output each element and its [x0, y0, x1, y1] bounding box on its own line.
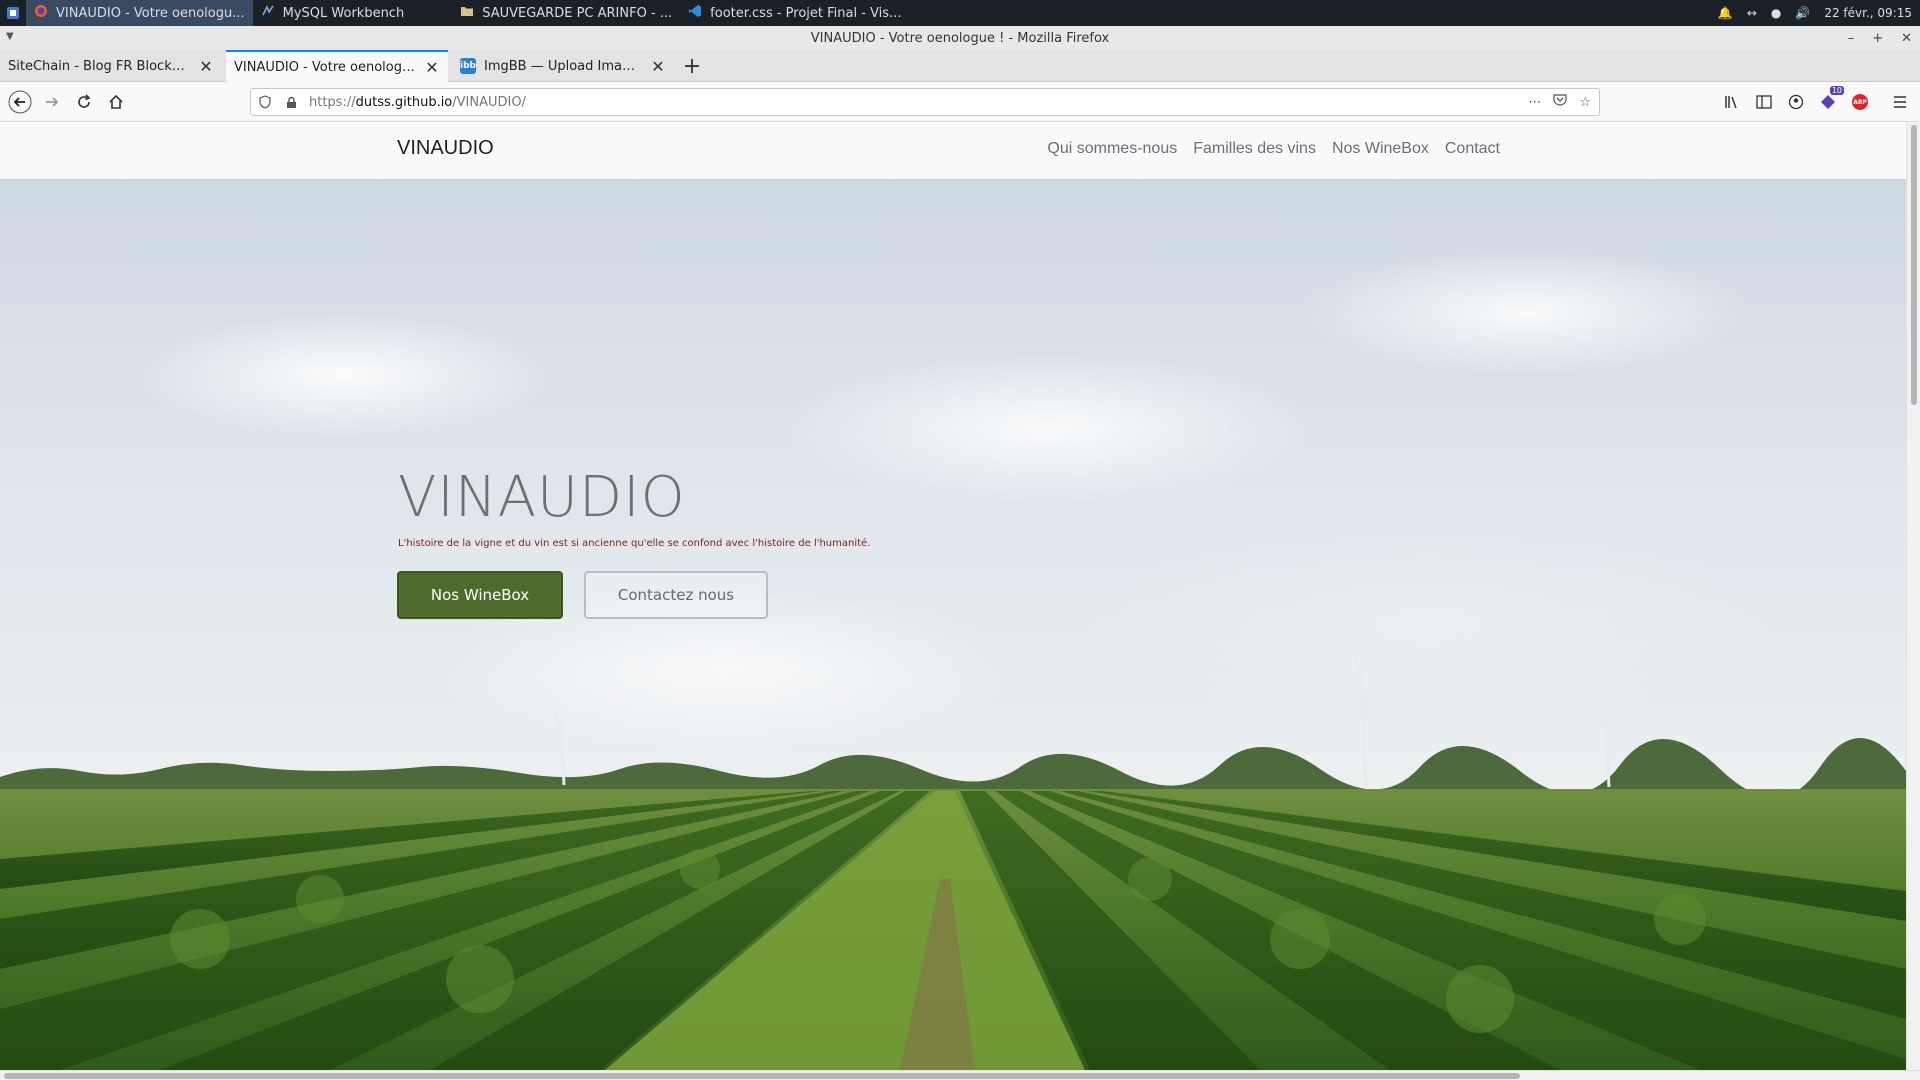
folder-icon	[460, 5, 474, 21]
window-menu-icon[interactable]: ▼	[6, 31, 14, 42]
library-button[interactable]	[1718, 88, 1746, 116]
new-tab-button[interactable]: +	[680, 50, 704, 82]
clock[interactable]: 22 févr., 09:15	[1824, 6, 1912, 20]
nav-link-familles-des-vins[interactable]: Familles des vins	[1193, 140, 1316, 158]
horizontal-scrollbar[interactable]	[0, 1070, 1920, 1080]
tab-title: ImgBB — Upload Image — H	[484, 58, 642, 74]
tab-imgbb[interactable]: ibb ImgBB — Upload Image — H ✕	[452, 50, 674, 82]
bookmark-star-icon[interactable]: ☆	[1579, 95, 1591, 110]
reload-button[interactable]	[70, 88, 98, 116]
adblock-icon: ABP	[1852, 94, 1868, 110]
hero-subtitle: L'histoire de la vigne et du vin est si …	[398, 538, 871, 549]
nos-winebox-button[interactable]: Nos WineBox	[397, 571, 563, 619]
contactez-nous-button[interactable]: Contactez nous	[584, 571, 768, 619]
extension-button[interactable]: 10	[1814, 86, 1844, 116]
hero-section: VINAUDIO L'histoire de la vigne et du vi…	[0, 179, 1906, 1070]
hero-title: VINAUDIO	[398, 465, 686, 530]
sidebar-icon	[1756, 95, 1772, 109]
tab-title: SiteChain - Blog FR Blockchain	[8, 58, 190, 74]
back-arrow-icon	[8, 90, 32, 114]
close-icon[interactable]: ✕	[198, 57, 214, 76]
taskbar-item-label: VINAUDIO - Votre oenologu...	[56, 5, 245, 21]
notification-bell-icon[interactable]: 🔔	[1718, 6, 1733, 20]
maximize-icon[interactable]: +	[1872, 31, 1883, 46]
taskbar-item-label: footer.css - Projet Final - Vis...	[710, 5, 902, 21]
vertical-scroll-thumb[interactable]	[1911, 125, 1917, 405]
taskbar-item-folder[interactable]: SAUVEGARDE PC ARINFO - ...	[452, 0, 680, 26]
mysql-workbench-icon	[261, 4, 275, 22]
site-nav-links: Qui sommes-nous Familles des vins Nos Wi…	[1047, 140, 1500, 158]
home-icon	[109, 94, 123, 109]
site-navbar: VINAUDIO Qui sommes-nous Familles des vi…	[0, 123, 1906, 179]
vineyard-illustration	[0, 654, 1906, 1070]
reload-icon	[78, 94, 91, 108]
sidebar-button[interactable]	[1750, 88, 1778, 116]
account-icon	[1788, 94, 1804, 110]
os-taskbar: VINAUDIO - Votre oenologu... MySQL Workb…	[0, 0, 1920, 26]
menu-button[interactable]	[1886, 88, 1914, 116]
page-viewport: VINAUDIO Qui sommes-nous Familles des vi…	[0, 123, 1906, 1070]
start-menu-icon[interactable]	[0, 0, 26, 26]
imgbb-favicon-icon: ibb	[460, 58, 476, 74]
pocket-icon[interactable]	[1553, 93, 1567, 111]
volume-icon[interactable]: 🔊	[1795, 6, 1810, 20]
tab-vinaudio[interactable]: VINAUDIO - Votre oenologue ! ✕	[226, 50, 448, 82]
forward-arrow-icon	[46, 97, 59, 107]
nav-toolbar: https://dutss.github.io/VINAUDIO/ ⋯ ☆ 10…	[0, 82, 1920, 122]
url-path: /VINAUDIO/	[452, 94, 526, 110]
close-icon[interactable]: ✕	[650, 57, 666, 76]
site-brand[interactable]: VINAUDIO	[397, 137, 494, 160]
url-scheme: https://	[309, 94, 356, 110]
window-titlebar: ▼ VINAUDIO - Votre oenologue ! - Mozilla…	[0, 26, 1920, 50]
window-title: VINAUDIO - Votre oenologue ! - Mozilla F…	[810, 30, 1110, 46]
page-actions-icon[interactable]: ⋯	[1528, 95, 1541, 110]
network-icon[interactable]: ↔	[1747, 6, 1757, 20]
nav-link-contact[interactable]: Contact	[1445, 140, 1500, 158]
url-bar[interactable]: https://dutss.github.io/VINAUDIO/ ⋯ ☆	[250, 88, 1600, 116]
tab-title: VINAUDIO - Votre oenologue !	[234, 59, 416, 75]
tracking-shield-icon[interactable]	[251, 95, 279, 109]
nav-link-nos-winebox[interactable]: Nos WineBox	[1332, 140, 1429, 158]
hamburger-menu-icon	[1894, 96, 1906, 108]
taskbar-item-label: SAUVEGARDE PC ARINFO - ...	[482, 5, 673, 21]
back-button[interactable]	[6, 88, 34, 116]
adblock-button[interactable]: ABP	[1846, 88, 1874, 116]
updates-icon[interactable]: ●	[1771, 6, 1781, 20]
url-host: dutss.github.io	[355, 94, 453, 110]
home-button[interactable]	[102, 88, 130, 116]
nav-link-qui-sommes-nous[interactable]: Qui sommes-nous	[1047, 140, 1177, 158]
minimize-icon[interactable]: –	[1848, 31, 1855, 46]
system-tray: 🔔 ↔ ● 🔊 22 févr., 09:15	[1718, 0, 1912, 26]
tab-sitechain[interactable]: SiteChain - Blog FR Blockchain ✕	[0, 50, 222, 82]
taskbar-item-firefox[interactable]: VINAUDIO - Votre oenologu...	[26, 0, 253, 26]
taskbar-item-label: MySQL Workbench	[282, 5, 405, 21]
close-window-icon[interactable]: ✕	[1901, 31, 1912, 46]
lock-icon[interactable]	[279, 96, 303, 109]
tab-strip: SiteChain - Blog FR Blockchain ✕ VINAUDI…	[0, 50, 1920, 82]
close-icon[interactable]: ✕	[424, 58, 440, 77]
extension-icon	[1821, 95, 1835, 109]
firefox-icon	[34, 4, 48, 22]
horizontal-scroll-thumb[interactable]	[4, 1073, 1520, 1079]
account-button[interactable]	[1782, 88, 1810, 116]
taskbar-item-vscode[interactable]: footer.css - Projet Final - Vis...	[680, 0, 909, 26]
forward-button[interactable]	[38, 88, 66, 116]
taskbar-item-mysql[interactable]: MySQL Workbench	[253, 0, 413, 26]
extension-badge: 10	[1829, 86, 1844, 95]
library-icon	[1725, 96, 1737, 109]
vertical-scrollbar[interactable]	[1906, 123, 1920, 1070]
vscode-icon	[688, 4, 702, 22]
